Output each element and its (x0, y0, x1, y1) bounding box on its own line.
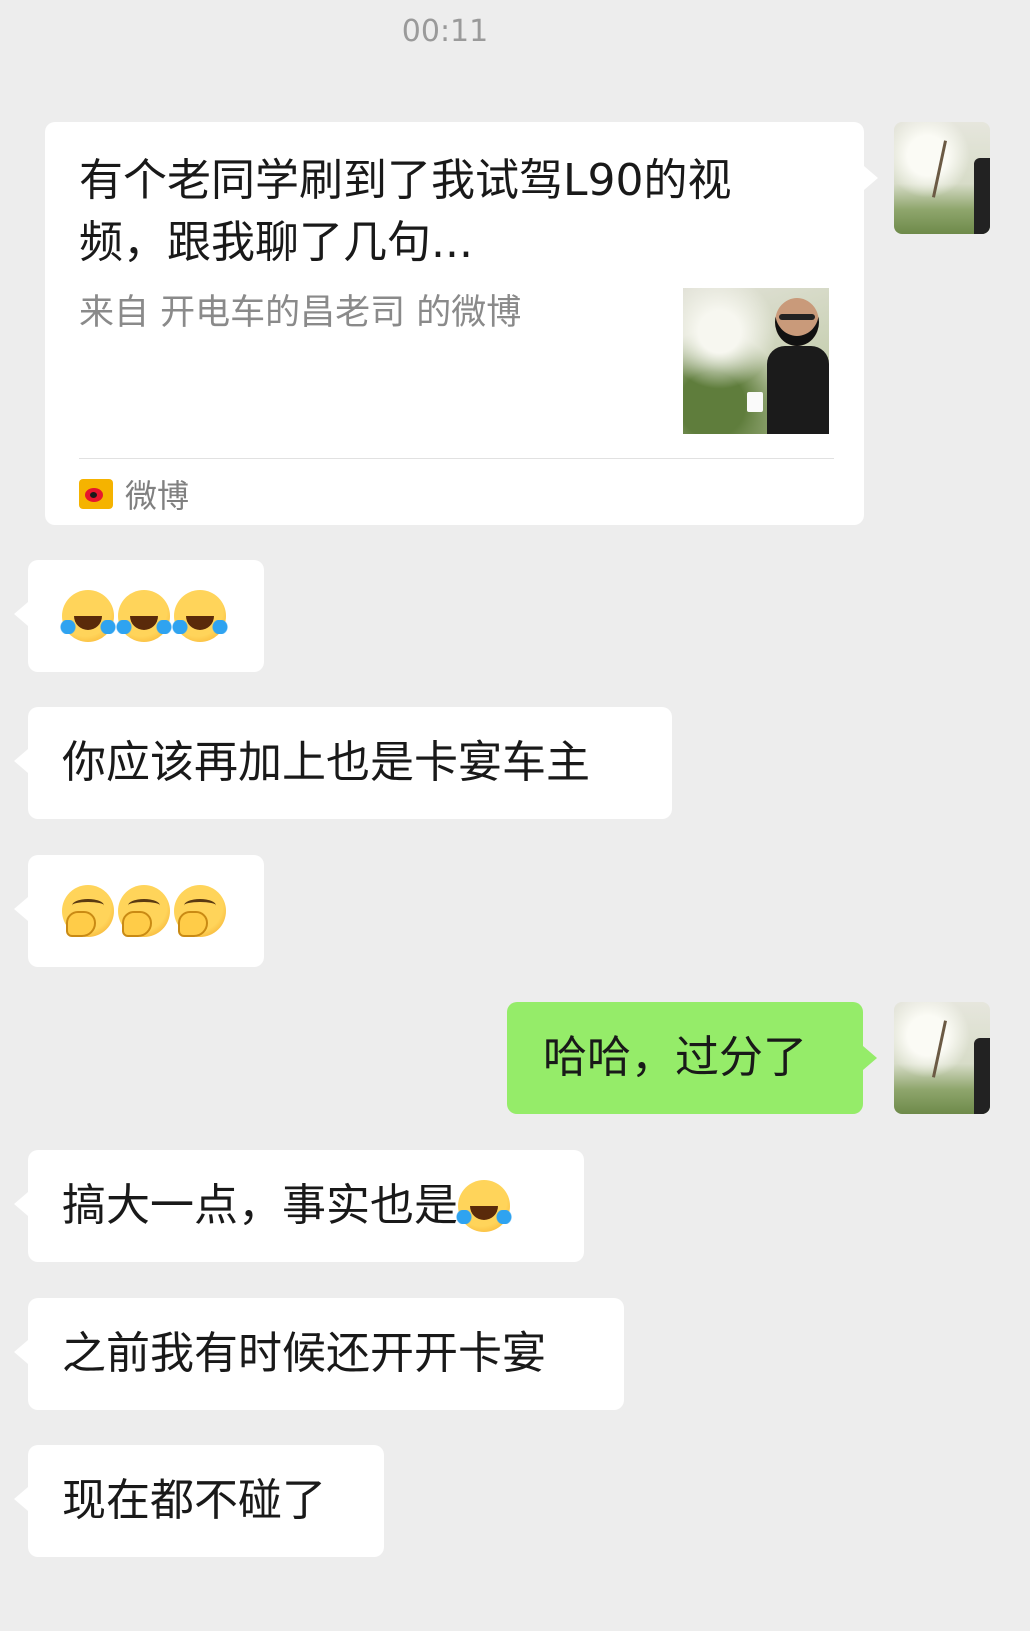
joy-tears-emoji (456, 1180, 512, 1232)
my-avatar[interactable] (894, 122, 990, 234)
message-bubble[interactable] (14, 560, 264, 672)
message-bubble[interactable]: 你应该再加上也是卡宴车主 (14, 707, 672, 819)
message-bubble[interactable]: 现在都不碰了 (14, 1445, 384, 1557)
weibo-icon (79, 479, 113, 509)
message-bubble-outgoing[interactable]: 哈哈，过分了 (507, 1002, 877, 1114)
message-text: 现在都不碰了 (62, 1475, 326, 1526)
chat-timestamp: 00:11 (401, 14, 489, 49)
smirk-emoji (62, 885, 114, 937)
message-text: 你应该再加上也是卡宴车主 (62, 737, 590, 788)
card-title: 有个老同学刷到了我试驾L90的视频，跟我聊了几句... (79, 155, 732, 268)
message-text: 哈哈，过分了 (543, 1032, 807, 1083)
joy-tears-emoji (172, 590, 228, 642)
joy-tears-emoji (60, 590, 116, 642)
message-bubble[interactable]: 之前我有时候还开开卡宴 (14, 1298, 624, 1410)
card-app-source: 微博 (79, 474, 190, 515)
message-text: 搞大一点，事实也是 (62, 1180, 458, 1231)
card-app-label: 微博 (125, 477, 190, 515)
weibo-share-card[interactable]: 有个老同学刷到了我试驾L90的视频，跟我聊了几句... 来自 开电车的昌老司 的… (45, 122, 878, 525)
card-source-line: 来自 开电车的昌老司 的微博 (79, 293, 522, 333)
message-bubble[interactable] (14, 855, 264, 967)
card-thumbnail (683, 288, 829, 434)
message-bubble[interactable]: 搞大一点，事实也是 (14, 1150, 584, 1262)
smirk-emoji (118, 885, 170, 937)
card-divider (79, 458, 834, 459)
joy-tears-emoji (116, 590, 172, 642)
smirk-emoji (174, 885, 226, 937)
my-avatar[interactable] (894, 1002, 990, 1114)
message-text: 之前我有时候还开开卡宴 (62, 1328, 546, 1379)
